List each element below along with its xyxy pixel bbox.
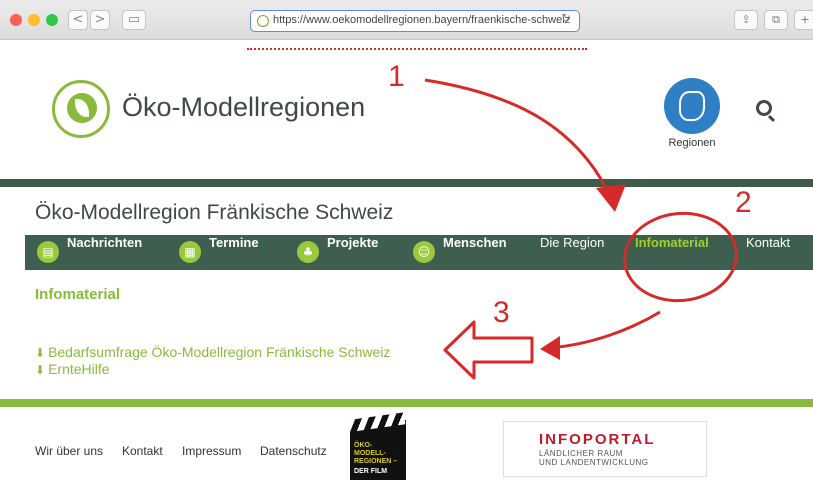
arrow-1-curve: [424, 78, 614, 201]
screenshot: < > ▭ https://www.oekomodellregionen.bay…: [0, 0, 813, 483]
arrow-2-curve: [547, 310, 661, 350]
arrow-2-head: [540, 336, 560, 360]
annotation-arrows: [424, 78, 661, 380]
arrow-1-head: [596, 184, 626, 212]
arrow-3-outline: [443, 320, 534, 380]
